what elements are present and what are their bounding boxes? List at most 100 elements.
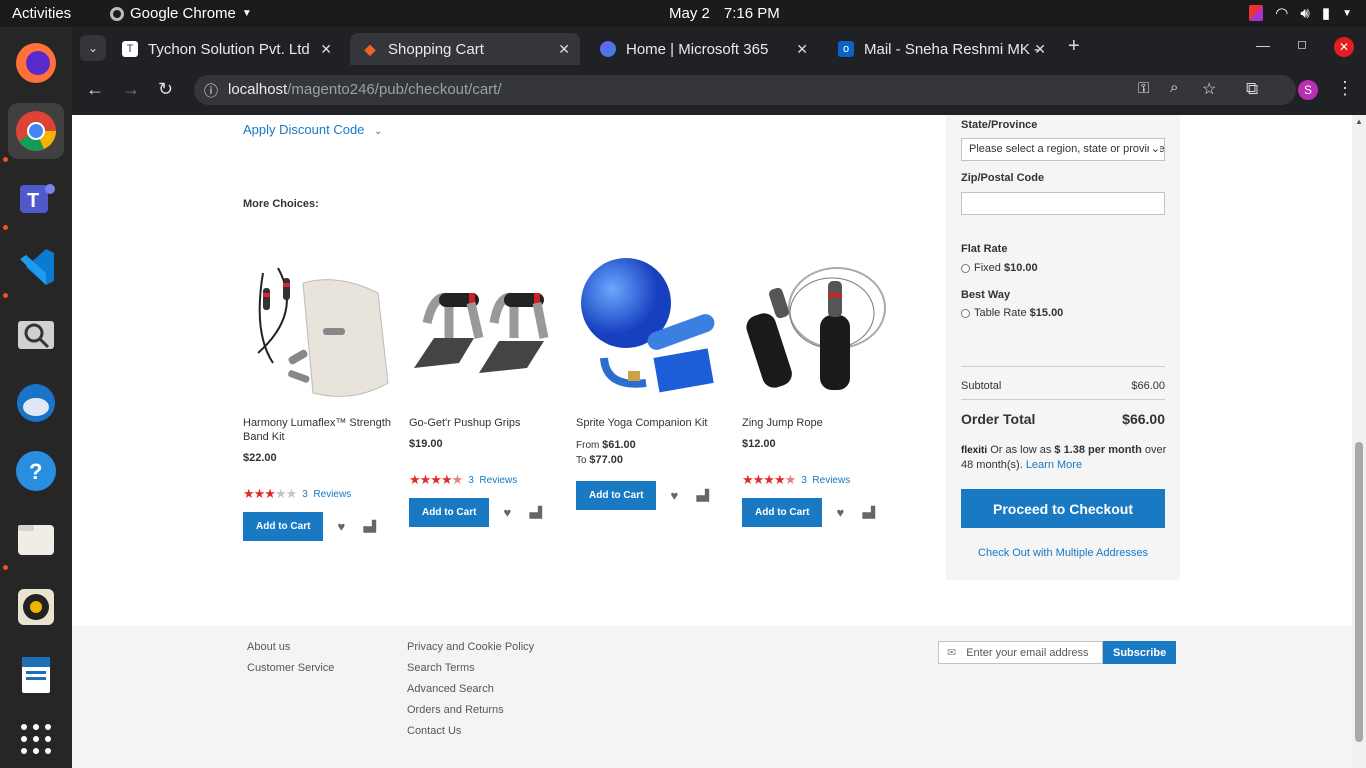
product-image[interactable] (576, 253, 726, 403)
minimize-button[interactable]: — (1256, 37, 1270, 53)
password-key-icon[interactable]: ⚿ (1138, 80, 1149, 97)
bookmark-star-icon[interactable]: ☆ (1202, 79, 1216, 99)
proceed-to-checkout-button[interactable]: Proceed to Checkout (961, 489, 1165, 528)
product-name[interactable]: Go-Get'r Pushup Grips (409, 416, 559, 430)
scrollbar-thumb[interactable] (1355, 442, 1363, 742)
site-info-icon[interactable]: ⓘ (204, 81, 218, 101)
power-menu-icon[interactable]: ▼ (1342, 8, 1352, 19)
wifi-icon[interactable]: ◠ (1275, 4, 1288, 22)
compare-chart-icon[interactable]: ▗▟ (692, 489, 709, 502)
forward-button[interactable]: → (122, 79, 140, 100)
cart-summary: State/Province Please select a region, s… (946, 115, 1180, 580)
compare-chart-icon[interactable]: ▗▟ (359, 520, 376, 533)
product-card: Go-Get'r Pushup Grips $19.00 ★★★★★ 3 Rev… (409, 253, 559, 527)
footer-link[interactable]: Search Terms (407, 662, 534, 675)
tab-search-button[interactable]: ⌄ (80, 35, 106, 61)
extensions-icon[interactable]: ⧉ (1246, 79, 1258, 99)
footer-link[interactable]: Customer Service (247, 662, 334, 675)
tab-title: Tychon Solution Pvt. Ltd (148, 40, 310, 58)
volume-icon[interactable]: 🔊︎ (1300, 5, 1309, 22)
teams-icon[interactable]: T (8, 171, 64, 227)
vscode-icon[interactable] (8, 239, 64, 295)
menu-icon[interactable]: ⋮ (1336, 78, 1354, 99)
firefox-icon[interactable] (8, 35, 64, 91)
tab-microsoft-365[interactable]: Home | Microsoft 365 ✕ (588, 33, 818, 65)
system-tray[interactable]: ◠ 🔊︎ ▮ ▼ (1249, 4, 1352, 22)
tab-title: Mail - Sneha Reshmi MK - (864, 40, 1040, 58)
reviews-link[interactable]: 3 Reviews (801, 475, 850, 486)
close-tab-icon[interactable]: ✕ (1034, 41, 1046, 58)
system-top-bar: Activities Google Chrome ▼ May 2 7:16 PM… (0, 0, 1366, 27)
clock[interactable]: May 2 7:16 PM (669, 5, 780, 22)
reload-button[interactable]: ↻ (158, 79, 173, 100)
wishlist-heart-icon[interactable]: ♥ (670, 488, 678, 503)
close-tab-icon[interactable]: ✕ (558, 41, 570, 58)
compare-chart-icon[interactable]: ▗▟ (858, 506, 875, 519)
add-to-cart-button[interactable]: Add to Cart (742, 498, 823, 527)
close-window-button[interactable]: ✕ (1334, 37, 1354, 57)
back-button[interactable]: ← (86, 79, 104, 100)
thunderbird-icon[interactable] (8, 375, 64, 431)
flat-rate-radio[interactable] (961, 263, 970, 273)
show-apps-icon[interactable] (8, 711, 64, 767)
image-viewer-icon[interactable] (8, 307, 64, 363)
wishlist-heart-icon[interactable]: ♥ (836, 505, 844, 520)
add-to-cart-button[interactable]: Add to Cart (243, 512, 324, 541)
rhythmbox-icon[interactable] (8, 579, 64, 635)
footer-link[interactable]: Orders and Returns (407, 704, 534, 717)
add-to-cart-button[interactable]: Add to Cart (576, 481, 657, 510)
url-text[interactable]: localhost/magento246/pub/checkout/cart/ (228, 81, 502, 98)
address-bar[interactable]: ⓘ localhost/magento246/pub/checkout/cart… (194, 75, 1296, 105)
zoom-icon[interactable]: ⌕ (1170, 79, 1178, 96)
multiple-addresses-link[interactable]: Check Out with Multiple Addresses (961, 547, 1165, 559)
product-name[interactable]: Zing Jump Rope (742, 416, 892, 430)
files-icon[interactable] (8, 511, 64, 567)
scroll-up-arrow[interactable]: ▲ (1355, 117, 1363, 126)
tab-shopping-cart[interactable]: ◆ Shopping Cart ✕ (350, 33, 580, 65)
footer-link[interactable]: Contact Us (407, 725, 534, 738)
footer-links-2: Privacy and Cookie Policy Search Terms A… (407, 641, 534, 738)
close-tab-icon[interactable]: ✕ (320, 41, 332, 58)
state-select[interactable]: Please select a region, state or provinc… (961, 138, 1165, 161)
footer-link[interactable]: Advanced Search (407, 683, 534, 696)
flat-rate-option[interactable]: Fixed $10.00 (961, 262, 1038, 274)
reviews-link[interactable]: 3 Reviews (302, 489, 351, 500)
newsletter-email-input[interactable]: ✉ Enter your email address (938, 641, 1103, 664)
new-tab-button[interactable]: + (1068, 35, 1080, 58)
product-name[interactable]: Harmony Lumaflex™ Strength Band Kit (243, 416, 393, 444)
footer-link[interactable]: Privacy and Cookie Policy (407, 641, 534, 654)
product-image[interactable] (243, 253, 393, 403)
page-scrollbar[interactable]: ▲ (1352, 115, 1366, 768)
profile-avatar[interactable]: S (1298, 80, 1318, 100)
flexiti-logo: flexiti (961, 445, 988, 456)
add-to-cart-button[interactable]: Add to Cart (409, 498, 490, 527)
help-icon[interactable]: ? (8, 443, 64, 499)
compare-chart-icon[interactable]: ▗▟ (525, 506, 542, 519)
product-price-range: From $61.00 To $77.00 (576, 439, 636, 466)
subscribe-button[interactable]: Subscribe (1103, 641, 1177, 664)
close-tab-icon[interactable]: ✕ (796, 41, 808, 58)
tab-tychon[interactable]: T Tychon Solution Pvt. Ltd ✕ (110, 33, 342, 65)
wishlist-heart-icon[interactable]: ♥ (337, 519, 345, 534)
app-indicator-icon[interactable] (1249, 5, 1264, 21)
app-menu[interactable]: Google Chrome ▼ (110, 5, 252, 22)
reviews-link[interactable]: 3 Reviews (468, 475, 517, 486)
chevron-down-icon: ▼ (241, 8, 252, 19)
maximize-button[interactable]: ◻ (1297, 37, 1307, 51)
zip-input[interactable] (961, 192, 1165, 215)
learn-more-link[interactable]: Learn More (1026, 459, 1082, 471)
wishlist-heart-icon[interactable]: ♥ (503, 505, 511, 520)
writer-icon[interactable] (8, 647, 64, 703)
activities-button[interactable]: Activities (12, 5, 71, 22)
product-image[interactable] (409, 253, 559, 403)
time-label: 7:16 PM (723, 5, 780, 22)
product-image[interactable] (742, 253, 892, 403)
best-way-option[interactable]: Table Rate $15.00 (961, 307, 1063, 319)
footer-link[interactable]: About us (247, 641, 334, 654)
battery-icon[interactable]: ▮ (1322, 4, 1330, 22)
tab-mail[interactable]: o Mail - Sneha Reshmi MK - ✕ (826, 33, 1056, 65)
best-way-radio[interactable] (961, 308, 970, 318)
chrome-icon[interactable] (8, 103, 64, 159)
apply-discount-toggle[interactable]: Apply Discount Code ⌄ (243, 122, 382, 137)
product-name[interactable]: Sprite Yoga Companion Kit (576, 416, 726, 430)
